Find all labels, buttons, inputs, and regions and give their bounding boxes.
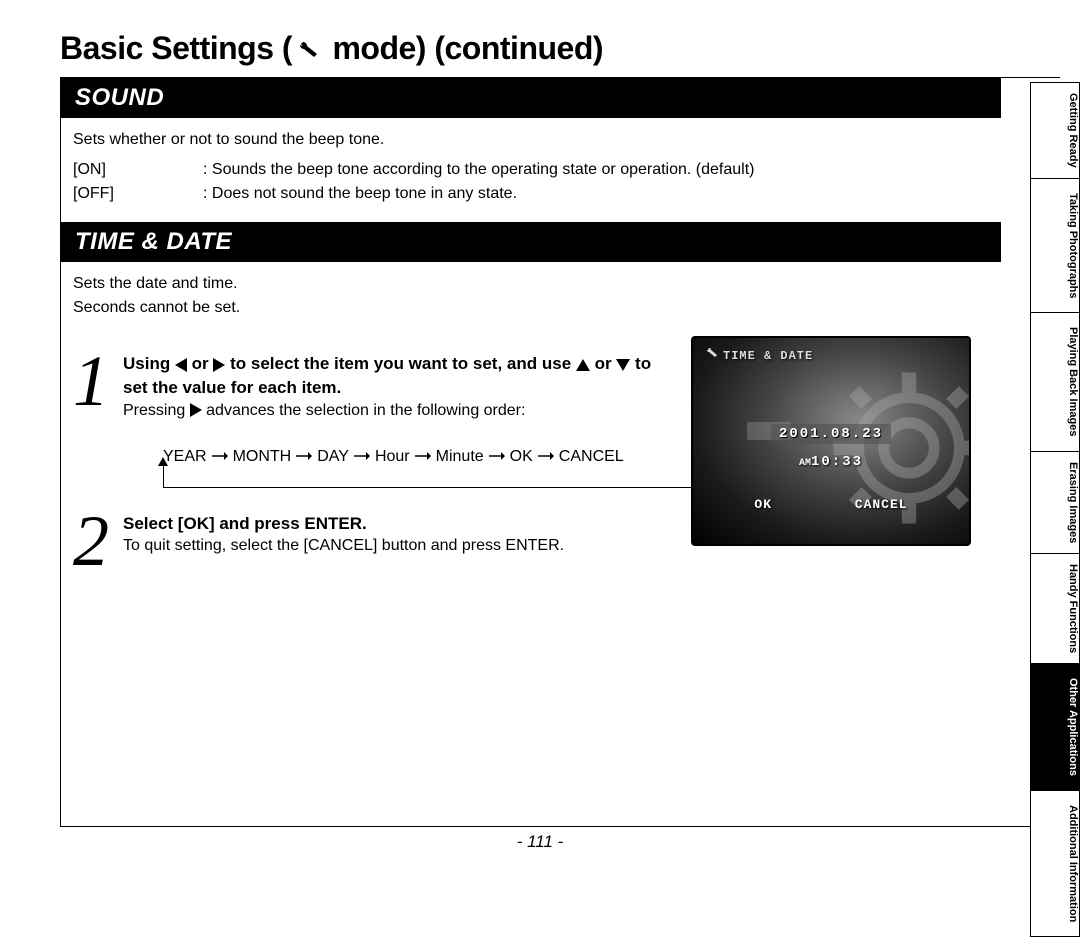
lcd-cancel-button: CANCEL (855, 497, 908, 512)
flow-return-line (163, 462, 713, 488)
timedate-desc1: Sets the date and time. (73, 272, 989, 296)
lcd-date: 2001.08.23 (771, 424, 891, 444)
flow-return-arrow-icon (158, 457, 168, 466)
tab-taking-photographs[interactable]: Taking Photographs (1030, 178, 1080, 313)
lcd-ok-button: OK (754, 497, 772, 512)
lcd-screen: TIME & DATE 2001.08.23 AM10:33 OK CANCEL (691, 336, 971, 546)
right-arrow-icon (213, 358, 225, 372)
left-arrow-icon (175, 358, 187, 372)
tab-handy-functions[interactable]: Handy Functions (1030, 553, 1080, 663)
sound-section-desc: Sets whether or not to sound the beep to… (61, 118, 1001, 222)
title-suffix: mode) (continued) (324, 30, 603, 66)
side-tabs: Getting Ready Taking Photographs Playing… (1030, 82, 1080, 832)
tab-erasing-images[interactable]: Erasing Images (1030, 451, 1080, 553)
step-1-title: Using or to select the item you want to … (123, 352, 663, 400)
sound-on-desc: : Sounds the beep tone according to the … (203, 158, 755, 182)
page-number: - 111 - (0, 832, 1080, 852)
tab-getting-ready[interactable]: Getting Ready (1030, 82, 1080, 178)
lcd-time: AM10:33 (799, 454, 863, 470)
wrench-small-icon (705, 348, 719, 364)
timedate-desc2: Seconds cannot be set. (73, 296, 989, 320)
tab-additional-information[interactable]: Additional Information (1030, 790, 1080, 937)
content-frame: SOUND Sets whether or not to sound the b… (60, 77, 1060, 827)
timedate-section-header: TIME & DATE (61, 222, 1001, 262)
sound-off-label: [OFF] (73, 182, 203, 206)
title-prefix: Basic Settings ( (60, 30, 292, 66)
wrench-icon (294, 32, 322, 69)
flow-diagram: YEAR MONTH DAY Hour Minute OK (123, 448, 663, 466)
sound-off-desc: : Does not sound the beep tone in any st… (203, 182, 755, 206)
timedate-section-desc: Sets the date and time. Seconds cannot b… (61, 262, 1001, 336)
up-arrow-icon (576, 359, 590, 371)
page-title: Basic Settings ( mode) (continued) (60, 30, 1060, 69)
steps-area: 1 Using or to select the item you want t… (61, 336, 1001, 566)
tab-other-applications[interactable]: Other Applications (1030, 663, 1080, 790)
step-1-sub: Pressing advances the selection in the f… (123, 402, 663, 420)
right-arrow-icon (190, 403, 202, 417)
lcd-header: TIME & DATE (705, 348, 813, 364)
tab-playing-back-images[interactable]: Playing Back Images (1030, 312, 1080, 450)
sound-on-label: [ON] (73, 158, 203, 182)
step-number-2: 2 (73, 516, 123, 566)
down-arrow-icon (616, 359, 630, 371)
sound-section-header: SOUND (61, 78, 1001, 118)
step-number-1: 1 (73, 356, 123, 406)
sound-desc-text: Sets whether or not to sound the beep to… (73, 128, 989, 152)
